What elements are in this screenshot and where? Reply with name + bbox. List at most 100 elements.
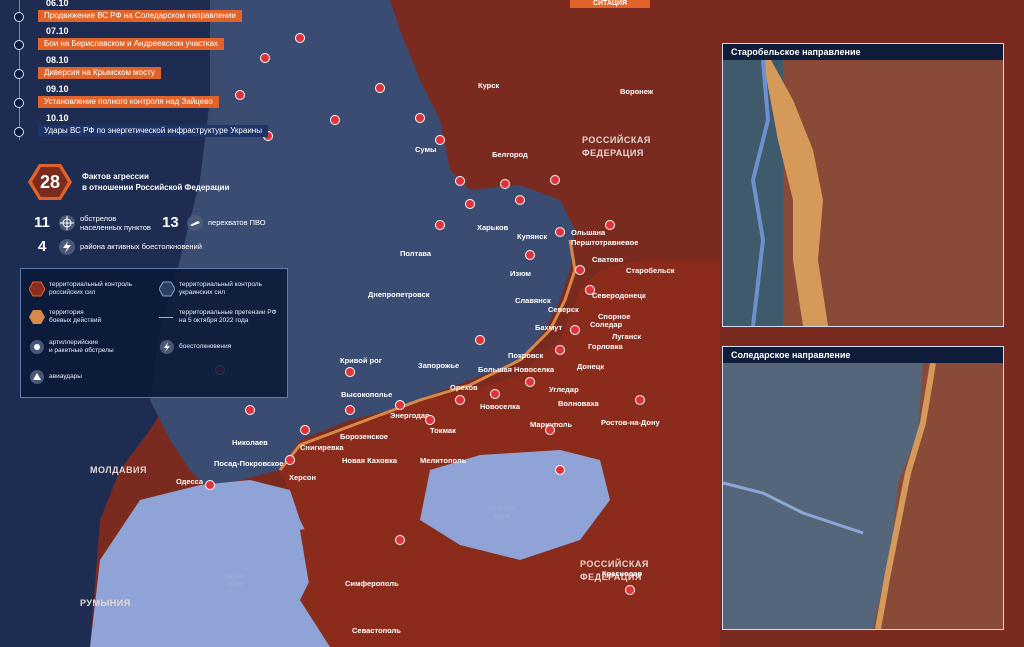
- city-label[interactable]: Соледар: [590, 320, 623, 329]
- city-label[interactable]: Покровск: [508, 351, 543, 360]
- timeline-item[interactable]: 09.10 Установление полного контроля над …: [8, 84, 268, 112]
- inset-starobelsk[interactable]: Старобельское направление: [722, 43, 1004, 327]
- city-label[interactable]: Херсон: [289, 473, 316, 482]
- event-marker-icon[interactable]: [375, 83, 385, 93]
- event-marker-icon[interactable]: [635, 395, 645, 405]
- legend-ukrainian-control: территориальный контроль украинских сил: [179, 281, 263, 296]
- event-marker-icon[interactable]: [435, 135, 445, 145]
- ukrainian-control-swatch: [159, 281, 175, 297]
- city-label[interactable]: Новая Каховка: [342, 456, 398, 465]
- city-label[interactable]: Одесса: [176, 477, 204, 486]
- city-label[interactable]: Новоселка: [480, 402, 521, 411]
- timeline-item[interactable]: 08.10 Диверсия на Крымском мосту: [8, 55, 268, 83]
- city-label[interactable]: Полтава: [400, 249, 432, 258]
- event-marker-icon[interactable]: [395, 400, 405, 410]
- event-marker-icon[interactable]: [415, 113, 425, 123]
- event-marker-icon[interactable]: [345, 405, 355, 415]
- event-marker-icon[interactable]: [425, 415, 435, 425]
- event-marker-icon[interactable]: [330, 115, 340, 125]
- legend-russian-control: территориальный контроль российских сил: [49, 281, 133, 296]
- city-label[interactable]: Славянск: [515, 296, 551, 305]
- city-label[interactable]: Краснодар: [602, 569, 642, 578]
- site-logo[interactable]: СИТАЦИЯ: [570, 0, 650, 8]
- city-label[interactable]: Токмак: [430, 426, 456, 435]
- city-label[interactable]: Белгород: [492, 150, 528, 159]
- city-label[interactable]: Энергодар: [390, 411, 430, 420]
- city-label[interactable]: Перштотравневое: [571, 238, 638, 247]
- city-label[interactable]: Северск: [548, 305, 579, 314]
- legend-claims: территориальные претензии РФ: [179, 309, 277, 316]
- event-marker-icon[interactable]: [465, 199, 475, 209]
- event-marker-icon[interactable]: [525, 377, 535, 387]
- event-marker-icon[interactable]: [295, 33, 305, 43]
- inset-map-starobelsk: [723, 60, 1003, 326]
- event-marker-icon[interactable]: [555, 345, 565, 355]
- city-label[interactable]: Кривой рог: [340, 356, 382, 365]
- event-marker-icon[interactable]: [550, 175, 560, 185]
- city-label[interactable]: Бахмут: [535, 323, 562, 332]
- event-marker-icon[interactable]: [345, 367, 355, 377]
- event-marker-icon[interactable]: [585, 285, 595, 295]
- event-marker-icon[interactable]: [515, 195, 525, 205]
- city-label[interactable]: Харьков: [477, 223, 509, 232]
- city-label[interactable]: Снигиревка: [300, 443, 344, 452]
- timeline-item[interactable]: 06.10 Продвижение ВС РФ на Соледарском н…: [8, 0, 268, 26]
- event-marker-icon[interactable]: [455, 176, 465, 186]
- event-marker-icon[interactable]: [500, 179, 510, 189]
- event-marker-icon[interactable]: [395, 535, 405, 545]
- event-marker-icon[interactable]: [285, 455, 295, 465]
- city-label[interactable]: Изюм: [510, 269, 531, 278]
- event-marker-icon[interactable]: [435, 220, 445, 230]
- event-marker-icon[interactable]: [475, 335, 485, 345]
- inset-soledar[interactable]: Соледарское направление: [722, 346, 1004, 630]
- event-marker-icon[interactable]: [455, 395, 465, 405]
- timeline-date: 08.10: [46, 55, 69, 65]
- main-stat-label: Фактов агрессии: [82, 172, 149, 181]
- event-marker-icon[interactable]: [575, 265, 585, 275]
- timeline-text: Удары ВС РФ по энергетической инфраструк…: [38, 125, 268, 137]
- city-label[interactable]: Посад-Покровское: [214, 459, 283, 468]
- city-label[interactable]: Горловка: [588, 342, 623, 351]
- city-label[interactable]: Высокополье: [341, 390, 392, 399]
- city-label[interactable]: Севастополь: [352, 626, 401, 635]
- event-marker-icon[interactable]: [625, 585, 635, 595]
- city-label[interactable]: Курск: [478, 81, 499, 90]
- city-label[interactable]: Старобельск: [626, 266, 675, 275]
- city-label[interactable]: Борозенское: [340, 432, 388, 441]
- event-marker-icon[interactable]: [205, 480, 215, 490]
- timeline-text: Диверсия на Крымском мосту: [38, 67, 161, 79]
- city-label[interactable]: Николаев: [232, 438, 268, 447]
- event-marker-icon[interactable]: [300, 425, 310, 435]
- event-marker-icon[interactable]: [605, 220, 615, 230]
- event-marker-icon[interactable]: [545, 425, 555, 435]
- timeline-text: Продвижение ВС РФ на Соледарском направл…: [38, 10, 242, 22]
- city-label[interactable]: Ростов-на-Дону: [601, 418, 660, 427]
- event-marker-icon[interactable]: [555, 465, 565, 475]
- city-label[interactable]: Сумы: [415, 145, 436, 154]
- city-label[interactable]: Ольшана: [571, 228, 606, 237]
- event-marker-icon[interactable]: [555, 227, 565, 237]
- event-marker-icon[interactable]: [570, 325, 580, 335]
- city-label[interactable]: Угледар: [549, 385, 579, 394]
- city-label[interactable]: Большая Новоселка: [478, 365, 555, 374]
- city-label[interactable]: Орехов: [450, 383, 478, 392]
- city-label[interactable]: Сватово: [592, 255, 624, 264]
- city-label[interactable]: Донецк: [577, 362, 604, 371]
- city-label[interactable]: Днепропетровск: [368, 290, 430, 299]
- timeline-item[interactable]: 07.10 Бои на Бериславском и Андреевском …: [8, 26, 268, 54]
- sea-label-black-2: море: [228, 582, 243, 588]
- event-marker-icon[interactable]: [245, 405, 255, 415]
- city-label[interactable]: Мелитополь: [420, 456, 467, 465]
- city-label[interactable]: Симферополь: [345, 579, 399, 588]
- inset-title: Соледарское направление: [723, 347, 1003, 363]
- city-label[interactable]: Запорожье: [418, 361, 459, 370]
- city-label[interactable]: Воронеж: [620, 87, 654, 96]
- event-marker-icon[interactable]: [490, 389, 500, 399]
- city-label[interactable]: Северодонецк: [592, 291, 646, 300]
- city-label[interactable]: Луганск: [612, 332, 641, 341]
- event-marker-icon[interactable]: [525, 250, 535, 260]
- city-label[interactable]: Купянск: [517, 232, 547, 241]
- city-label[interactable]: Волноваха: [558, 399, 600, 408]
- sea-label-azov-2: море: [495, 514, 510, 520]
- timeline-item[interactable]: 10.10 Удары ВС РФ по энергетической инфр…: [8, 113, 268, 141]
